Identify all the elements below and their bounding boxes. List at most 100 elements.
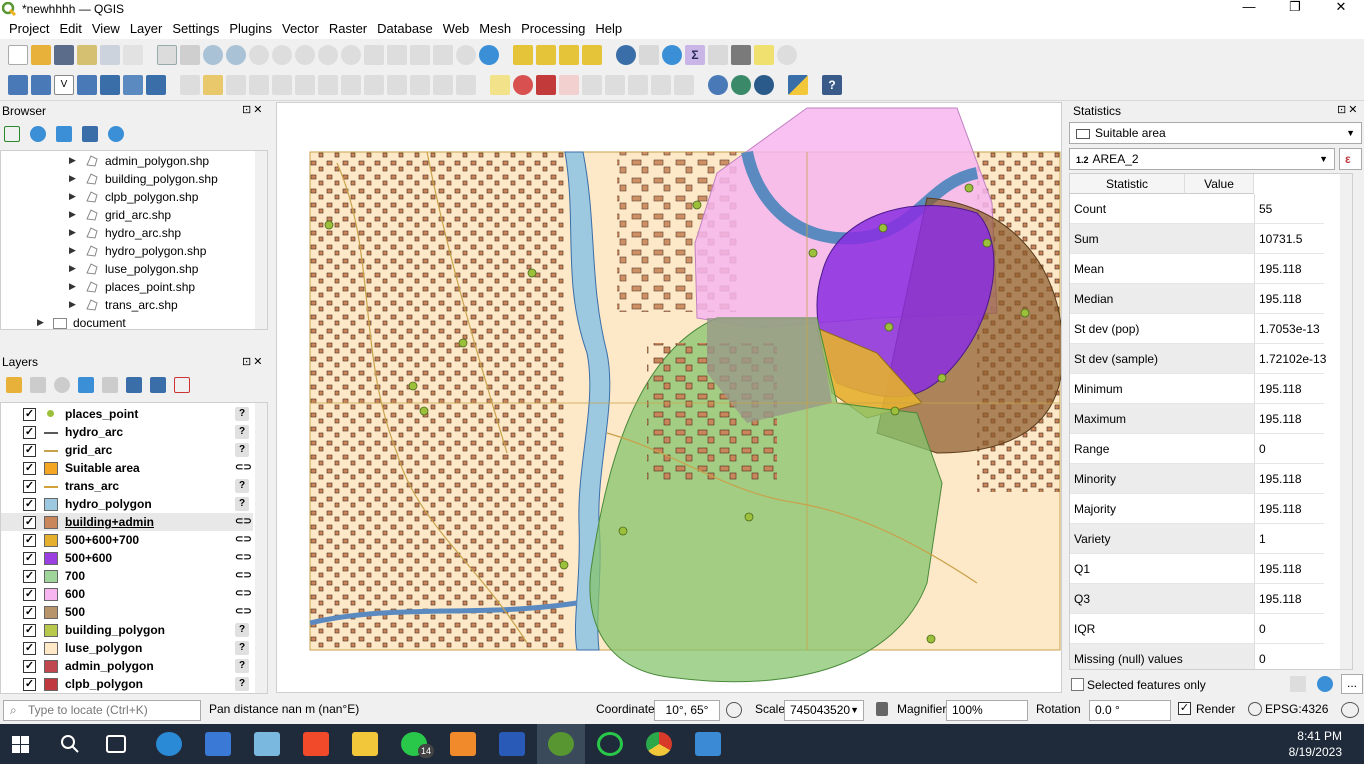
new-project-icon[interactable] <box>8 44 28 65</box>
new-shapefile-icon[interactable] <box>77 75 97 95</box>
locator-search-input[interactable]: ⌕ Type to locate (Ctrl+K) <box>3 700 201 721</box>
globe-icon[interactable] <box>754 75 774 95</box>
attribute-table-icon[interactable] <box>639 44 659 65</box>
statistic-value-cell[interactable]: 10731.5 <box>1254 224 1324 254</box>
locator-search-icon[interactable] <box>777 44 797 65</box>
select-features-icon[interactable] <box>513 44 533 65</box>
zoom-in-icon[interactable] <box>203 44 223 65</box>
add-group-icon[interactable] <box>30 377 46 393</box>
statistic-value-cell[interactable]: 195.118 <box>1254 464 1324 494</box>
close-button[interactable]: ✕ <box>1318 0 1364 18</box>
attribute-view-icon[interactable] <box>708 44 728 65</box>
selected-only-checkbox[interactable] <box>1071 678 1084 691</box>
change-label-icon[interactable] <box>651 75 671 95</box>
label-style-icon[interactable] <box>559 75 579 95</box>
copy-statistics-icon[interactable] <box>1290 676 1306 692</box>
collapse-all-layers-icon[interactable] <box>150 377 166 393</box>
menu-raster[interactable]: Raster <box>324 21 372 36</box>
digitize-icon[interactable] <box>249 75 269 95</box>
statistic-name-cell[interactable]: Variety <box>1070 524 1254 554</box>
unknown-crs-icon[interactable]: ? <box>235 641 249 655</box>
menu-web[interactable]: Web <box>438 21 475 36</box>
layer-styling-icon[interactable] <box>6 377 22 393</box>
unknown-crs-icon[interactable]: ? <box>235 425 249 439</box>
refresh-icon[interactable] <box>479 44 499 65</box>
edge-browser-icon[interactable] <box>156 732 182 756</box>
undo-icon[interactable] <box>433 75 453 95</box>
statistic-name-cell[interactable]: St dev (sample) <box>1070 344 1254 374</box>
unknown-crs-icon[interactable]: ? <box>235 479 249 493</box>
recalculate-icon[interactable] <box>1317 676 1333 692</box>
zoom-rubberband-icon[interactable] <box>249 44 269 65</box>
save-edits-icon[interactable] <box>226 75 246 95</box>
current-edits-icon[interactable] <box>180 75 200 95</box>
modify-attributes-icon[interactable] <box>318 75 338 95</box>
show-hide-labels-icon[interactable] <box>674 75 694 95</box>
statistic-name-cell[interactable]: Missing (null) values <box>1070 644 1254 669</box>
identify-features-icon[interactable] <box>616 44 636 65</box>
layer-visibility-checkbox[interactable]: ✓ <box>23 444 36 457</box>
layer-visibility-checkbox[interactable]: ✓ <box>23 534 36 547</box>
toolbox-gear-icon[interactable] <box>662 44 682 65</box>
statistic-name-cell[interactable]: Q1 <box>1070 554 1254 584</box>
properties-info-icon[interactable] <box>108 126 124 142</box>
unknown-crs-icon[interactable]: ? <box>235 623 249 637</box>
statistic-value-cell[interactable]: 1.72102e-13 <box>1254 344 1326 374</box>
layout-manager-icon[interactable] <box>123 44 143 65</box>
toggle-editing-pencil-icon[interactable] <box>203 75 223 95</box>
layer-visibility-checkbox[interactable]: ✓ <box>23 660 36 673</box>
statistics-header-statistic[interactable]: Statistic <box>1070 174 1185 194</box>
redo-icon[interactable] <box>456 75 476 95</box>
layer-item[interactable]: ✓ building+admin ⊂⊃ <box>1 513 253 531</box>
layer-visibility-checkbox[interactable]: ✓ <box>23 408 36 421</box>
pdf-app-icon[interactable] <box>450 732 476 756</box>
temporary-layer-icon[interactable]: ⊂⊃ <box>235 461 252 475</box>
menu-edit[interactable]: Edit <box>54 21 86 36</box>
add-selected-icon[interactable] <box>4 126 20 142</box>
vertex-tool-icon[interactable] <box>295 75 315 95</box>
render-checkbox[interactable]: ✓ <box>1178 702 1191 715</box>
add-feature-icon[interactable] <box>272 75 292 95</box>
browser-scrollbar[interactable] <box>255 151 267 329</box>
layer-item[interactable]: ✓ grid_arc? <box>1 441 253 459</box>
photos-icon[interactable] <box>695 732 721 756</box>
zoom-native-icon[interactable] <box>341 44 361 65</box>
layer-visibility-checkbox[interactable]: ✓ <box>23 588 36 601</box>
zoom-next-icon[interactable] <box>387 44 407 65</box>
statistic-name-cell[interactable]: Sum <box>1070 224 1254 254</box>
options-button[interactable]: ... <box>1341 674 1363 694</box>
layer-item[interactable]: ✓ 500+600+700 ⊂⊃ <box>1 531 253 549</box>
statistic-name-cell[interactable]: Count <box>1070 194 1254 224</box>
metasearch-icon[interactable] <box>708 75 728 95</box>
menu-project[interactable]: Project <box>4 21 54 36</box>
map-canvas[interactable] <box>276 102 1062 693</box>
temporal-controller-icon[interactable] <box>456 44 476 65</box>
unknown-crs-icon[interactable]: ? <box>235 407 249 421</box>
temporary-layer-icon[interactable]: ⊂⊃ <box>235 605 252 619</box>
file-explorer-icon[interactable] <box>352 732 378 756</box>
statistics-field-select[interactable]: 1.2 AREA_2 ▼ <box>1069 148 1335 170</box>
statistic-value-cell[interactable]: 195.118 <box>1254 584 1324 614</box>
print-layout-icon[interactable] <box>100 44 120 65</box>
browser-panel-close-button[interactable]: ⊡✕ <box>242 103 264 116</box>
statistic-name-cell[interactable]: IQR <box>1070 614 1254 644</box>
layer-item[interactable]: ✓ 500+600 ⊂⊃ <box>1 549 253 567</box>
maximize-button[interactable]: ❐ <box>1272 0 1318 18</box>
zoom-last-icon[interactable] <box>364 44 384 65</box>
zoom-full-icon[interactable] <box>272 44 292 65</box>
menu-view[interactable]: View <box>87 21 125 36</box>
data-source-manager-icon[interactable] <box>8 75 28 95</box>
layer-visibility-checkbox[interactable]: ✓ <box>23 498 36 511</box>
crs-globe-icon[interactable] <box>1248 702 1262 716</box>
add-vector-layer-icon[interactable]: V <box>54 75 74 95</box>
layer-item[interactable]: ✓ 600 ⊂⊃ <box>1 585 253 603</box>
label-tool-icon[interactable] <box>490 75 510 95</box>
cut-icon[interactable] <box>364 75 384 95</box>
statistic-name-cell[interactable]: Minimum <box>1070 374 1254 404</box>
temporary-layer-icon[interactable]: ⊂⊃ <box>235 587 252 601</box>
zoom-selection-icon[interactable] <box>295 44 315 65</box>
new-geopackage-icon[interactable] <box>100 75 120 95</box>
statistic-value-cell[interactable]: 0 <box>1254 434 1324 464</box>
refresh-browser-icon[interactable] <box>30 126 46 142</box>
layer-item[interactable]: ✓ Suitable area ⊂⊃ <box>1 459 253 477</box>
